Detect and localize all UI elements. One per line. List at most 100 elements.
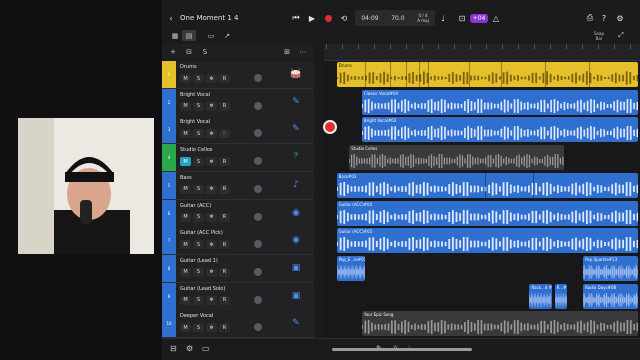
count-in-badge[interactable]: +04	[469, 9, 489, 27]
mixer-icon[interactable]: ⊟	[170, 344, 177, 353]
editor-icon[interactable]: ▭	[204, 30, 218, 41]
rewind-icon[interactable]: ⏮	[290, 9, 302, 27]
list-icon[interactable]: ⊞	[280, 46, 294, 57]
tuner-icon[interactable]: ♩	[438, 9, 448, 27]
freeze-button[interactable]: ❄	[206, 267, 217, 277]
audio-region[interactable]: Drums	[336, 62, 639, 87]
record-enable-button[interactable]: R	[219, 295, 230, 305]
global-solo-button[interactable]: S	[198, 46, 212, 57]
audio-region[interactable]: Classic Vocal#04	[361, 89, 639, 115]
browser-icon[interactable]: ▭	[202, 344, 210, 353]
record-button[interactable]	[322, 9, 334, 27]
solo-button[interactable]: S	[193, 240, 204, 250]
mute-button[interactable]: M	[180, 184, 191, 194]
tracks-view-icon[interactable]: ▤	[182, 30, 196, 41]
audio-region[interactable]: Guitar (ACC)#04	[336, 200, 639, 226]
solo-button[interactable]: S	[193, 295, 204, 305]
cycle-icon[interactable]: ⟲	[338, 9, 350, 27]
solo-button[interactable]: S	[193, 157, 204, 167]
mute-button[interactable]: M	[180, 101, 191, 111]
browser-grid-icon[interactable]: ▦	[168, 30, 182, 41]
solo-button[interactable]: S	[193, 267, 204, 277]
volume-knob[interactable]	[254, 240, 262, 249]
folder-icon[interactable]: ⊟	[182, 46, 196, 57]
solo-button[interactable]: S	[193, 74, 204, 83]
audio-region[interactable]: R...#	[554, 283, 568, 309]
mute-button[interactable]: M	[180, 240, 191, 250]
volume-knob[interactable]	[254, 157, 262, 166]
volume-knob[interactable]	[254, 323, 262, 332]
track-header[interactable]: 8 Guitar (Lead 1) M S ❄ R ▣	[162, 254, 314, 283]
freeze-button[interactable]: ❄	[206, 129, 217, 139]
record-arm-indicator[interactable]	[323, 120, 337, 134]
volume-knob[interactable]	[254, 74, 262, 82]
audio-region[interactable]: Radio Days#08	[583, 283, 639, 309]
solo-button[interactable]: S	[193, 323, 204, 333]
audio-region[interactable]: Guitar (ACC)#05	[336, 228, 639, 254]
volume-knob[interactable]	[254, 184, 262, 193]
track-header[interactable]: 5 Bass M S ❄ R ♪	[162, 171, 314, 200]
track-header[interactable]: 2 Bright Vocal M S ❄ R ✎	[162, 88, 314, 117]
freeze-button[interactable]: ❄	[206, 157, 217, 167]
track-header[interactable]: 3 Bright Vocal M S ❄ R ✎	[162, 116, 314, 145]
freeze-button[interactable]: ❄	[206, 295, 217, 305]
volume-knob[interactable]	[254, 212, 262, 221]
record-enable-button[interactable]: R	[219, 240, 230, 250]
track-settings-icon[interactable]: ⋯	[296, 46, 310, 57]
audio-region[interactable]: Pop Sparkle#13	[583, 255, 639, 281]
timeline-ruler[interactable]: | | | | | | | | | | | | | | | | | | | |	[324, 44, 640, 61]
record-enable-button[interactable]: R	[219, 101, 230, 111]
help-icon[interactable]: ?	[598, 9, 610, 27]
track-header[interactable]: 1 Drums M S ❄ R 🥁	[162, 61, 314, 89]
freeze-button[interactable]: ❄	[206, 74, 217, 83]
mute-button[interactable]: M	[180, 74, 191, 83]
volume-knob[interactable]	[254, 129, 262, 138]
track-header[interactable]: 6 Guitar (ACC) M S ❄ R ◉	[162, 199, 314, 228]
volume-knob[interactable]	[254, 267, 262, 276]
audio-region[interactable]: Pop_E...le#01	[336, 255, 366, 281]
record-enable-button[interactable]: R	[219, 184, 230, 194]
freeze-button[interactable]: ❄	[206, 240, 217, 250]
automation-icon[interactable]: ↗	[220, 30, 234, 41]
snap-selector[interactable]: Snap Bar	[586, 30, 612, 41]
audio-region[interactable]: Bass#03	[336, 172, 639, 198]
freeze-button[interactable]: ❄	[206, 323, 217, 333]
arrangement-area[interactable]: Drums Classic Vocal#04 Bright Vocal#02 Stud…	[324, 61, 640, 338]
track-header[interactable]: 9 Guitar (Lead Solo) M S ❄ R ▣	[162, 282, 314, 311]
count-in-icon[interactable]: ⊡	[456, 9, 468, 27]
zoom-fit-icon[interactable]: ⤢	[614, 30, 628, 41]
settings-icon[interactable]: ⚙	[614, 9, 626, 27]
audio-region[interactable]: Your Epic Song	[361, 311, 639, 337]
volume-knob[interactable]	[254, 295, 262, 304]
mute-button[interactable]: M	[180, 129, 191, 139]
freeze-button[interactable]: ❄	[206, 212, 217, 222]
audio-region[interactable]: Studio Cellos	[349, 145, 565, 171]
play-icon[interactable]: ▶	[306, 9, 318, 27]
freeze-button[interactable]: ❄	[206, 184, 217, 194]
record-enable-button[interactable]: R	[219, 129, 230, 139]
mute-button[interactable]: M	[180, 267, 191, 277]
track-header[interactable]: 7 Guitar (ACC Pick) M S ❄ R ◉	[162, 227, 314, 256]
record-enable-button[interactable]: R	[219, 212, 230, 222]
freeze-button[interactable]: ❄	[206, 101, 217, 111]
audio-region[interactable]: Rock...d #	[529, 283, 552, 309]
track-header[interactable]: 4 Studio Cellos M S ❄ R 𝄢	[162, 144, 314, 173]
metronome-icon[interactable]: △	[490, 9, 502, 27]
add-track-button[interactable]: +	[166, 46, 180, 57]
record-enable-button[interactable]: R	[219, 323, 230, 333]
track-header[interactable]: 10 Deeper Vocal M S ❄ R ✎	[162, 310, 314, 339]
mute-button[interactable]: M	[180, 295, 191, 305]
record-enable-button[interactable]: R	[219, 74, 230, 83]
audio-region[interactable]: Bright Vocal#02	[361, 117, 639, 143]
settings-panel-icon[interactable]: ⚙	[186, 344, 193, 353]
lcd-display[interactable]: 04:09 70.0 4 / 4A maj	[355, 10, 435, 26]
record-enable-button[interactable]: R	[219, 267, 230, 277]
mute-button[interactable]: M	[180, 323, 191, 333]
share-icon[interactable]: ⎙	[584, 9, 596, 27]
mute-button[interactable]: M	[180, 157, 191, 167]
solo-button[interactable]: S	[193, 129, 204, 139]
record-enable-button[interactable]: R	[219, 157, 230, 167]
chevron-left-icon[interactable]: ‹	[166, 9, 176, 27]
solo-button[interactable]: S	[193, 101, 204, 111]
solo-button[interactable]: S	[193, 212, 204, 222]
